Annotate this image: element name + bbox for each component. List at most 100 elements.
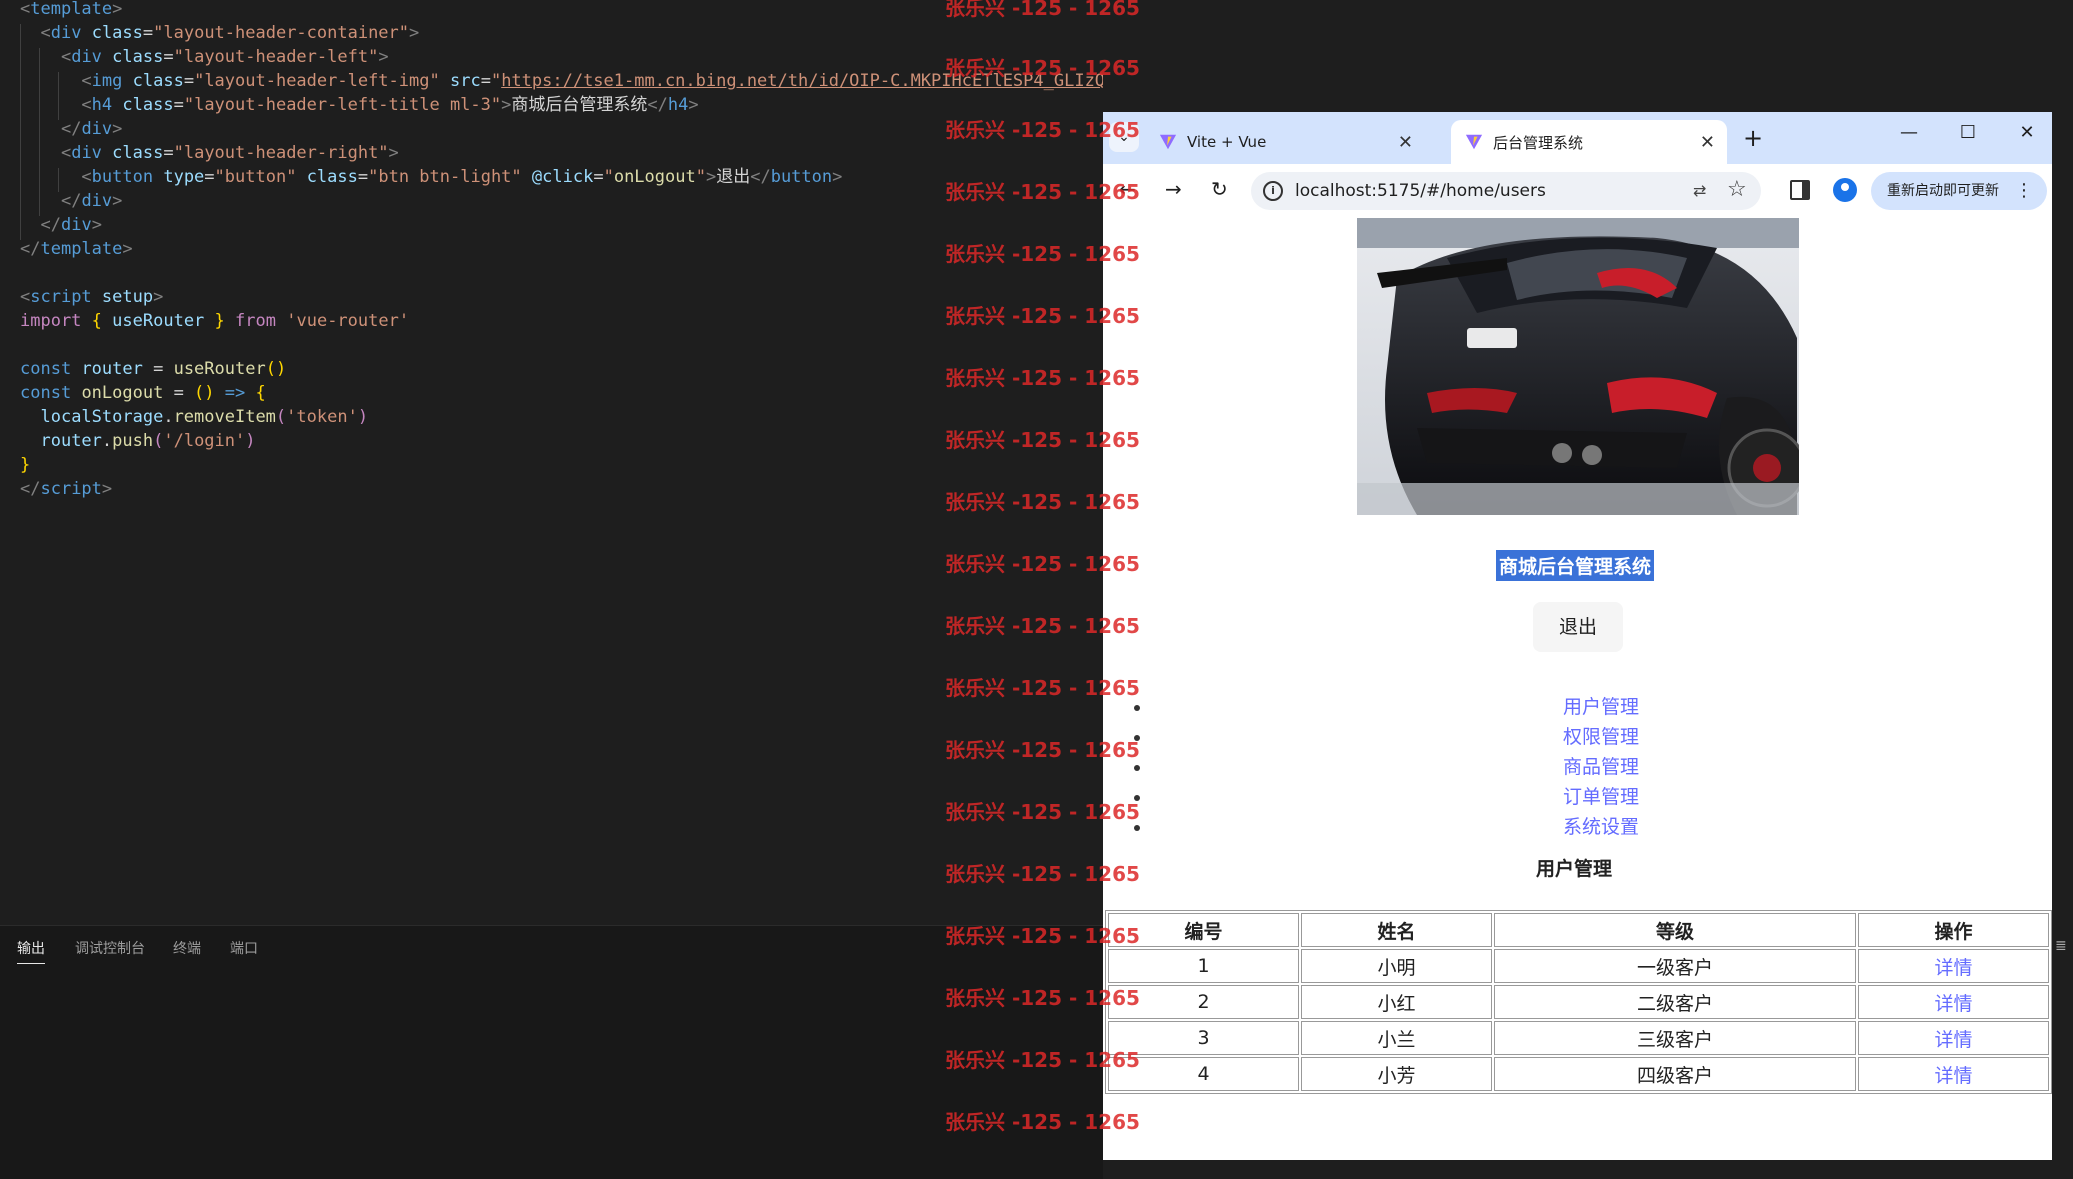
code-token: div [71, 47, 102, 67]
close-icon[interactable]: ✕ [1398, 132, 1413, 153]
watermark: 张乐兴 -125 - 1265 [945, 614, 1140, 638]
code-token: = [163, 383, 195, 403]
code-token: script [40, 479, 102, 499]
code-token: => [224, 383, 246, 403]
header-level: 等级 [1494, 913, 1856, 947]
code-token: = [173, 95, 184, 115]
address-bar[interactable]: i localhost:5175/#/home/users ⇄ ☆ [1251, 172, 1761, 210]
code-token: } [20, 455, 31, 475]
code-token: > [388, 143, 399, 163]
translate-icon[interactable]: ⇄ [1693, 181, 1706, 200]
watermark: 张乐兴 -125 - 1265 [945, 552, 1140, 576]
browser-tab-vite[interactable]: Vite + Vue ✕ [1145, 120, 1425, 164]
code-token: = [163, 47, 174, 67]
site-info-icon[interactable]: i [1263, 181, 1283, 201]
details-link[interactable]: 详情 [1857, 1057, 2049, 1091]
code-token: type [163, 167, 205, 187]
table-row: 1 小明 一级客户 详情 [1108, 949, 2049, 983]
reload-icon[interactable]: ↻ [1211, 177, 1228, 201]
code-editor[interactable]: <template> <div class="layout-header-con… [0, 0, 1103, 925]
watermark: 张乐兴 -125 - 1265 [945, 180, 1140, 204]
code-token: > [832, 167, 843, 187]
cell-level: 三级客户 [1494, 1021, 1856, 1055]
menu-link-products[interactable]: 商品管理 [1563, 752, 1639, 779]
panel-tab-output[interactable]: 输出 [17, 938, 45, 964]
code-token: import [20, 311, 82, 331]
details-link[interactable]: 详情 [1857, 949, 2049, 983]
url-text[interactable]: localhost:5175/#/home/users [1295, 181, 1546, 201]
code-token: = [142, 23, 154, 43]
code-token: </ [647, 95, 668, 115]
code-token: h4 [667, 95, 689, 115]
watermark: 张乐兴 -125 - 1265 [945, 924, 1140, 948]
code-token: { [255, 383, 266, 403]
update-button[interactable]: 重新启动即可更新 ⋮ [1871, 172, 2047, 210]
details-link[interactable]: 详情 [1857, 985, 2049, 1019]
forward-arrow-icon[interactable]: → [1165, 177, 1182, 201]
code-token: > [705, 167, 717, 187]
panel-tab-ports[interactable]: 端口 [230, 938, 258, 958]
code-token: " [695, 167, 706, 187]
list-bullet [1134, 765, 1140, 771]
code-token: @click [531, 167, 594, 187]
code-token: > [501, 95, 512, 115]
logout-button[interactable]: 退出 [1533, 602, 1623, 652]
watermark: 张乐兴 -125 - 1265 [945, 986, 1140, 1010]
code-token: class [91, 23, 143, 43]
watermark: 张乐兴 -125 - 1265 [945, 56, 1140, 80]
bookmark-star-icon[interactable]: ☆ [1727, 177, 1747, 202]
code-token: 商城后台管理系统 [511, 95, 648, 115]
menu-link-orders[interactable]: 订单管理 [1563, 782, 1639, 809]
profile-avatar-icon[interactable] [1833, 178, 1857, 202]
code-token: > [122, 239, 133, 259]
code-token: ) [357, 407, 369, 427]
code-token: < [81, 71, 92, 91]
code-token: 'token' [286, 407, 358, 427]
code-token: "layout-header-left" [173, 47, 379, 67]
new-tab-button[interactable]: + [1743, 124, 1763, 152]
code-line: </div> [20, 189, 122, 213]
list-bullet [1134, 825, 1140, 831]
code-token: button [770, 167, 833, 187]
word-wrap-icon[interactable]: ≣ [2055, 938, 2067, 954]
minimize-button[interactable]: — [1894, 122, 1924, 143]
watermark: 张乐兴 -125 - 1265 [945, 118, 1140, 142]
table-row: 3 小兰 三级客户 详情 [1108, 1021, 2049, 1055]
watermark: 张乐兴 -125 - 1265 [945, 428, 1140, 452]
browser-tab-admin[interactable]: 后台管理系统 ✕ [1451, 120, 1727, 164]
code-token: useRouter [112, 311, 205, 331]
code-token: from [235, 311, 276, 331]
watermark: 张乐兴 -125 - 1265 [945, 242, 1140, 266]
maximize-button[interactable]: ☐ [1953, 122, 1983, 143]
code-line: router.push('/login') [20, 429, 255, 453]
code-token: h4 [91, 95, 113, 115]
side-panel-icon[interactable] [1790, 180, 1810, 200]
code-token: "layout-header-right" [173, 143, 389, 163]
close-icon[interactable]: ✕ [1700, 132, 1715, 153]
code-line: <div class="layout-header-left"> [20, 45, 389, 69]
menu-link-users[interactable]: 用户管理 [1563, 692, 1639, 719]
code-token: > [91, 215, 102, 235]
more-menu-icon[interactable]: ⋮ [2015, 172, 2033, 210]
menu-link-permissions[interactable]: 权限管理 [1563, 722, 1639, 749]
code-token: () [194, 383, 215, 403]
window-close-button[interactable]: ✕ [2012, 122, 2042, 143]
panel-tab-debug-console[interactable]: 调试控制台 [75, 938, 145, 958]
code-line: </script> [20, 477, 112, 501]
vite-icon [1159, 134, 1177, 150]
menu-link-settings[interactable]: 系统设置 [1563, 812, 1639, 839]
code-token: ( [275, 407, 287, 427]
panel-tab-terminal[interactable]: 终端 [173, 938, 201, 958]
details-link[interactable]: 详情 [1857, 1021, 2049, 1055]
